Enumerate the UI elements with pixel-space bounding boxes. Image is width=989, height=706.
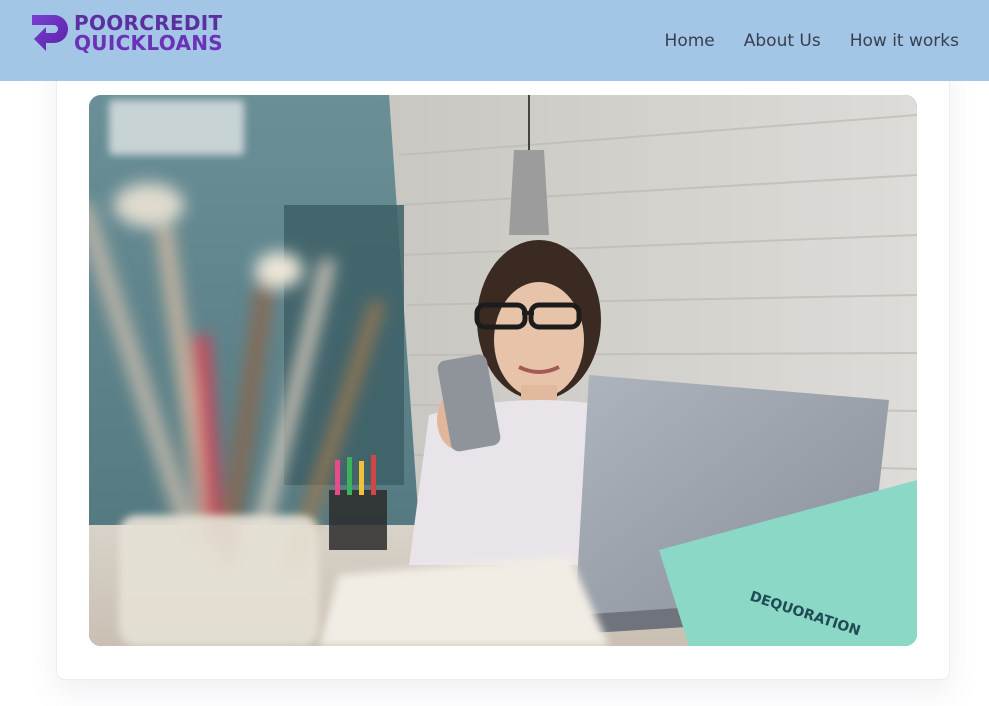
woman-with-phone-and-laptop-photo: DEQUORATION: [89, 95, 917, 646]
hero-image: DEQUORATION: [89, 95, 917, 646]
main-nav: Home About Us How it works: [665, 0, 959, 81]
logo-line-1: POORCREDIT: [74, 11, 223, 35]
arrow-p-logo-icon: [32, 15, 68, 51]
nav-how-it-works[interactable]: How it works: [850, 31, 959, 51]
page: POORCREDIT QUICKLOANS Home About Us How …: [0, 0, 989, 706]
logo-line-2: QUICKLOANS: [74, 31, 223, 55]
nav-about-us[interactable]: About Us: [744, 31, 821, 51]
nav-home[interactable]: Home: [665, 31, 715, 51]
site-header: POORCREDIT QUICKLOANS Home About Us How …: [0, 0, 989, 81]
site-logo[interactable]: POORCREDIT QUICKLOANS: [32, 11, 223, 55]
logo-wordmark: POORCREDIT QUICKLOANS: [74, 13, 223, 53]
